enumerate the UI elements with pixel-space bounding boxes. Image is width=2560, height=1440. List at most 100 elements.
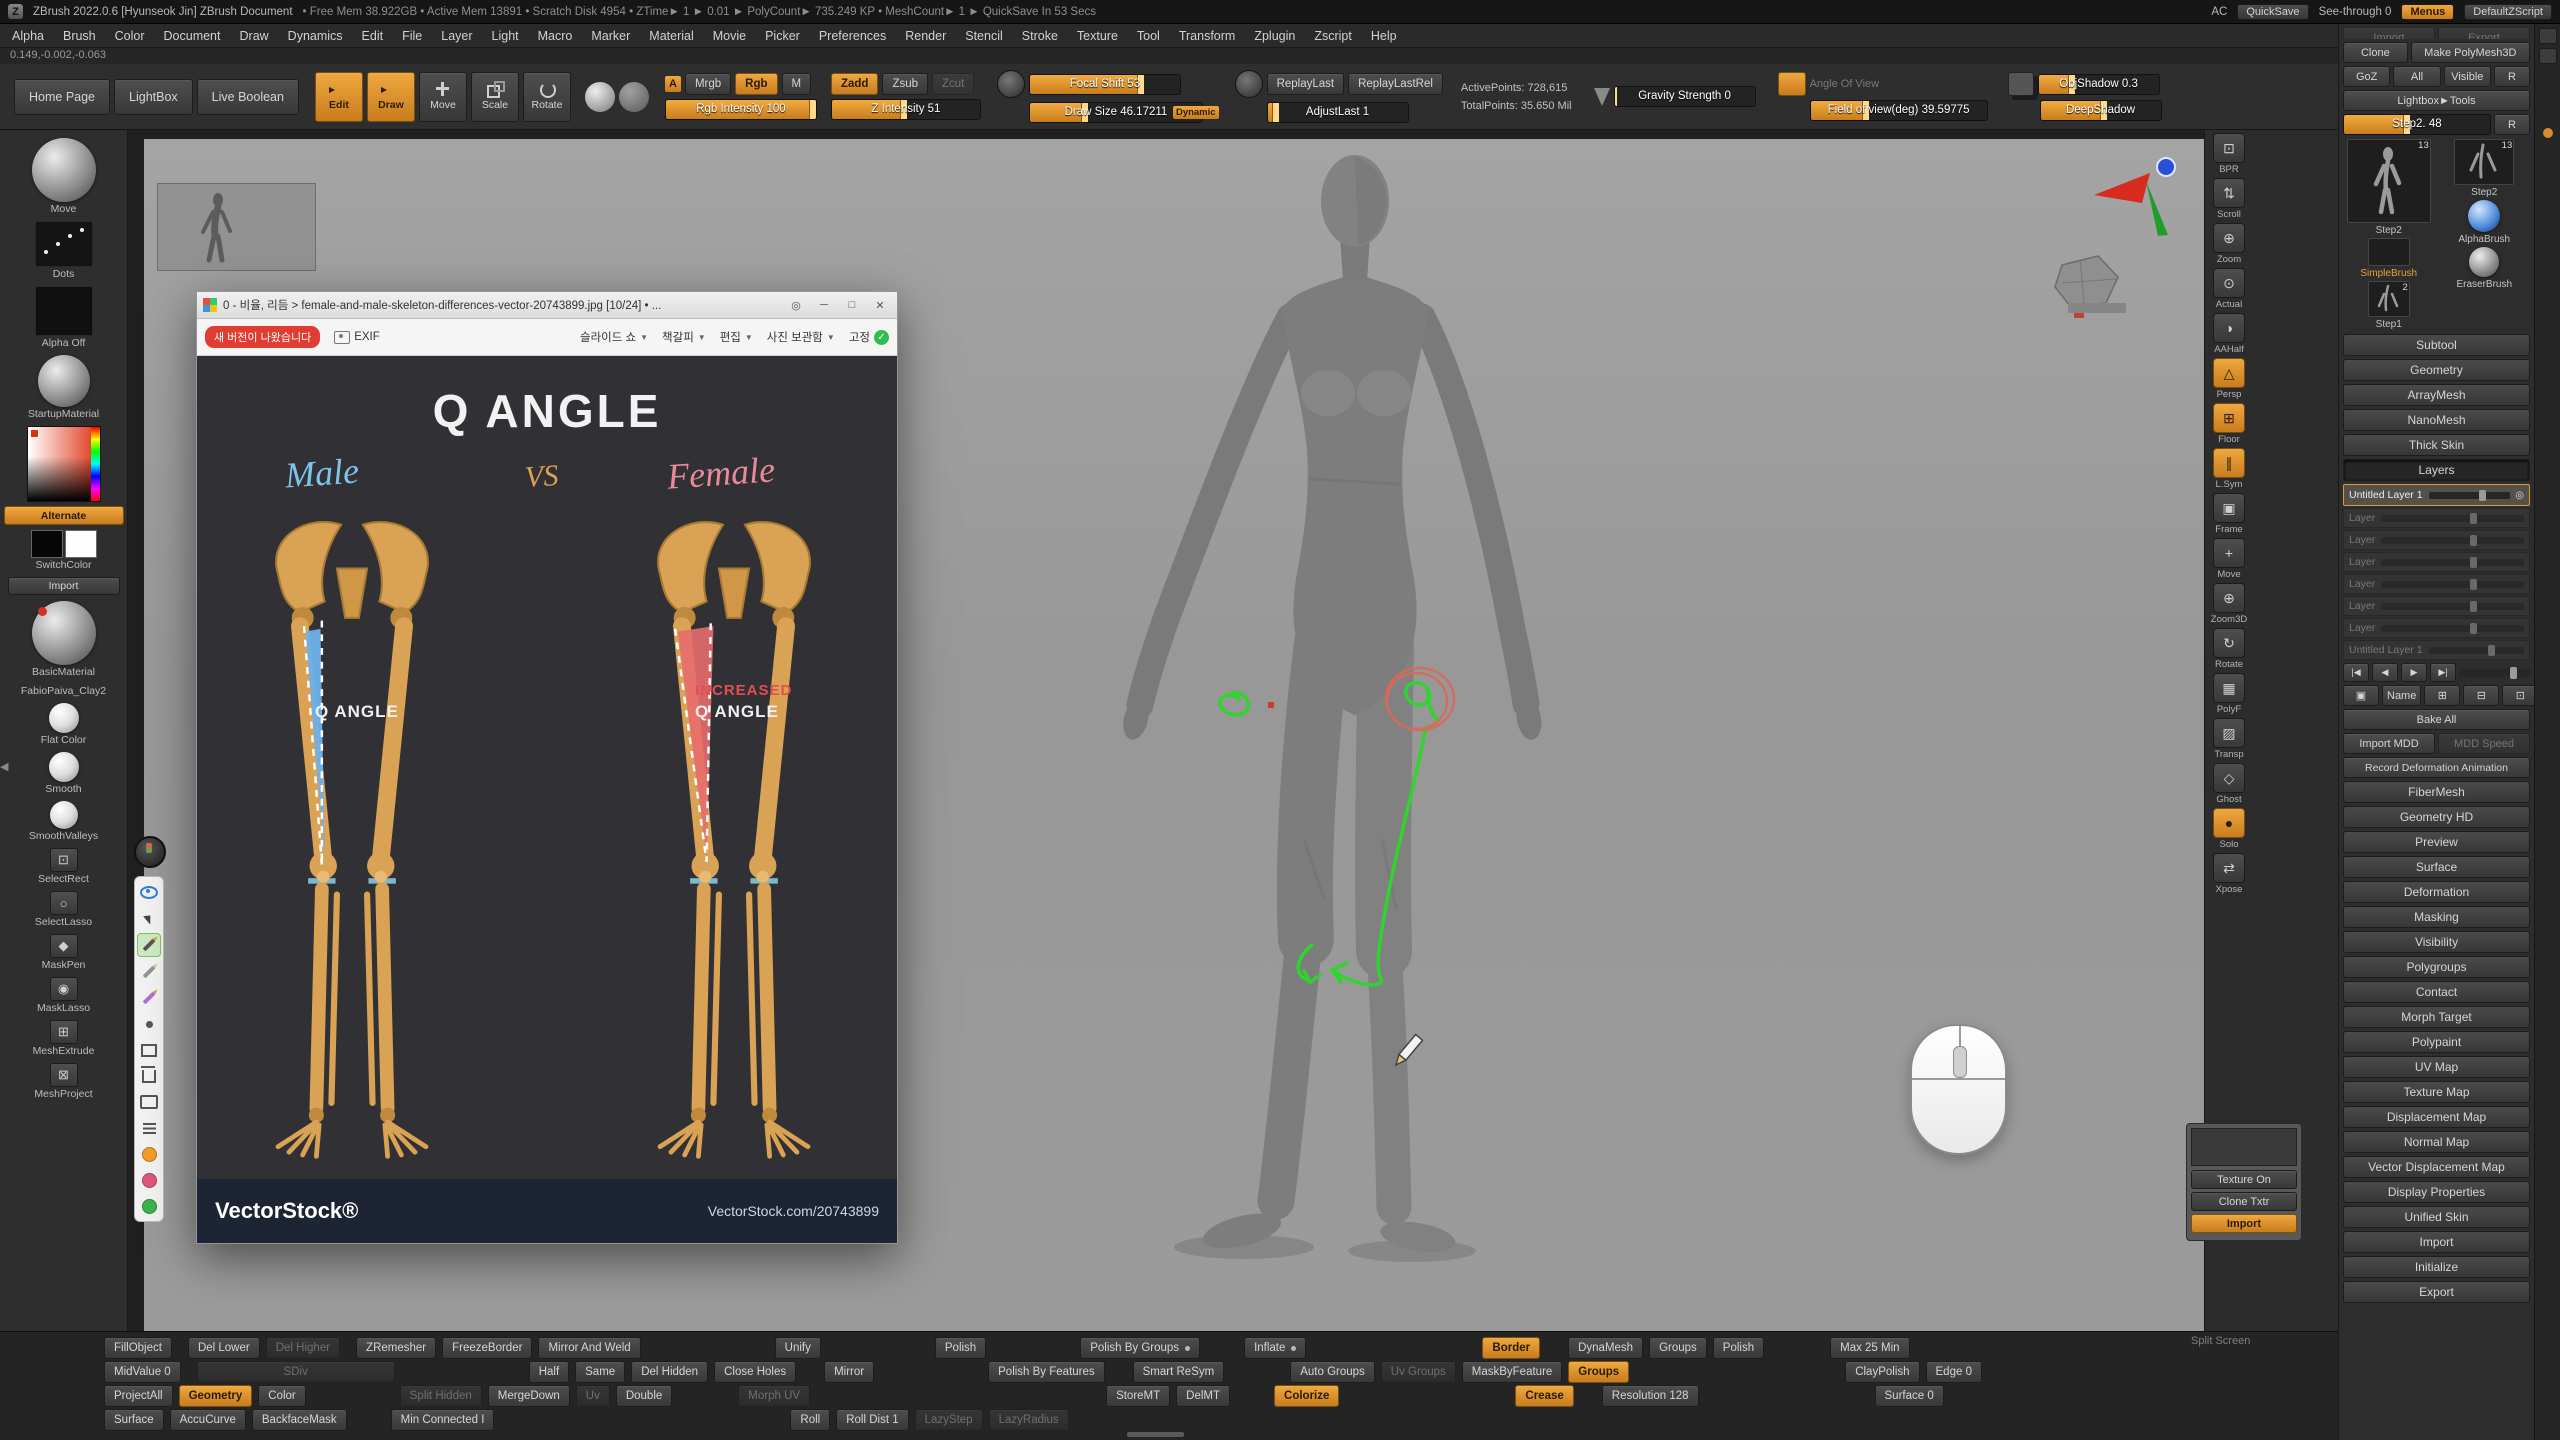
split-screen-label[interactable]: Split Screen — [2191, 1335, 2250, 1347]
current-brush-sphere[interactable] — [32, 138, 96, 202]
mesh-extrude-icon[interactable]: ⊞ — [50, 1020, 78, 1044]
bottom-bar-button[interactable]: Polish By Features — [988, 1361, 1105, 1383]
layer-eye-icon[interactable]: ◎ — [2515, 490, 2524, 501]
bottom-bar-button[interactable]: Close Holes — [714, 1361, 796, 1383]
replay-lastrel-button[interactable]: ReplayLastRel — [1348, 73, 1443, 95]
minimize-button[interactable]: ─ — [813, 296, 835, 314]
alpha-preview[interactable] — [35, 286, 93, 336]
menu-item[interactable]: Marker — [591, 29, 630, 43]
z-intensity-slider[interactable]: Z Intensity 51 — [831, 99, 981, 120]
horizontal-scrollbar[interactable] — [1127, 1432, 1184, 1437]
layers-section-header[interactable]: Layers — [2343, 459, 2530, 481]
layer-next-button[interactable]: ▶ — [2401, 663, 2427, 682]
right-shelf-item[interactable]: ⇄ Xpose — [2207, 853, 2251, 895]
smooth-sphere[interactable] — [49, 752, 79, 782]
layer-last-button[interactable]: ▶| — [2430, 663, 2456, 682]
bottom-bar-button[interactable]: Polish — [1713, 1337, 1764, 1359]
record-deformation-button[interactable]: Record Deformation Animation — [2343, 757, 2530, 778]
right-shelf-item[interactable]: △ Persp — [2207, 358, 2251, 400]
lightbox-button[interactable]: LightBox — [114, 79, 193, 115]
dot-tool-icon[interactable] — [138, 1013, 160, 1035]
secondary-color-swatch[interactable] — [65, 530, 97, 558]
shelf-icon[interactable]: ▦ — [2213, 673, 2245, 703]
tray-divider-icon[interactable] — [2539, 28, 2557, 44]
whiteboard-icon[interactable] — [138, 1117, 160, 1139]
bottom-bar-button[interactable]: ZRemesher — [356, 1337, 436, 1359]
bottom-bar-button[interactable]: LazyRadius — [989, 1409, 1069, 1431]
right-shelf-item[interactable]: ⊡ BPR — [2207, 133, 2251, 175]
clone-button[interactable]: Clone — [2343, 42, 2408, 63]
shelf-icon[interactable]: ∥ — [2213, 448, 2245, 478]
bottom-bar-button[interactable]: MaskByFeature — [1462, 1361, 1563, 1383]
right-shelf-item[interactable]: ⊞ Floor — [2207, 403, 2251, 445]
import-texture-button[interactable]: Import — [8, 577, 120, 595]
shelf-icon[interactable]: ⇄ — [2213, 853, 2245, 883]
draw-button[interactable]: Draw — [367, 72, 415, 122]
close-button[interactable]: ✕ — [869, 296, 891, 314]
mrgb-button[interactable]: Mrgb — [685, 73, 731, 95]
texture-panel-button[interactable]: Clone Txtr — [2191, 1192, 2297, 1211]
bottom-bar-button[interactable]: Groups — [1568, 1361, 1629, 1383]
select-lasso-icon[interactable]: ○ — [50, 891, 78, 915]
shelf-icon[interactable]: △ — [2213, 358, 2245, 388]
goz-button[interactable]: GoZ — [2343, 66, 2390, 87]
zadd-button[interactable]: Zadd — [831, 73, 878, 95]
palette-section[interactable]: Subtool — [2343, 334, 2530, 356]
right-shelf-item[interactable]: ▦ PolyF — [2207, 673, 2251, 715]
palette-section[interactable]: Geometry — [2343, 359, 2530, 381]
select-rect-icon[interactable]: ⊡ — [50, 848, 78, 872]
rgb-button[interactable]: Rgb — [735, 73, 777, 95]
image-viewer-window[interactable]: 0 - 비율, 리듬 > female-and-male-skeleton-di… — [196, 291, 898, 1244]
bottom-bar-button[interactable]: ProjectAll — [104, 1385, 173, 1407]
bottom-bar-button[interactable]: ClayPolish — [1845, 1361, 1919, 1383]
goz-visible-button[interactable]: Visible — [2444, 66, 2491, 87]
bottom-bar-button[interactable]: Split Hidden — [400, 1385, 482, 1407]
bottom-bar-button[interactable]: Mirror And Weld — [538, 1337, 640, 1359]
bottom-bar-button[interactable]: LazyStep — [915, 1409, 983, 1431]
palette-section[interactable]: Display Properties — [2343, 1181, 2530, 1203]
bottom-bar-button[interactable]: Groups — [1649, 1337, 1707, 1359]
flat-color-sphere[interactable] — [49, 703, 79, 733]
bottom-bar-button[interactable]: Del Hidden — [631, 1361, 708, 1383]
adjust-last-slider[interactable]: AdjustLast 1 — [1267, 102, 1409, 123]
layer-record-icon[interactable]: ▣ — [2343, 685, 2379, 706]
menu-item[interactable]: Picker — [765, 29, 800, 43]
main-color-swatch[interactable] — [31, 530, 63, 558]
bottom-bar-button[interactable]: MidValue 0 — [104, 1361, 181, 1383]
mesh-project-icon[interactable]: ⊠ — [50, 1063, 78, 1087]
bottom-bar-button[interactable]: Same — [575, 1361, 625, 1383]
shelf-icon[interactable]: ● — [2213, 808, 2245, 838]
layer-strength-slider[interactable] — [2381, 603, 2524, 610]
layer-row[interactable]: Layer — [2343, 596, 2530, 616]
left-tray-collapse-arrow[interactable]: ◀ — [0, 760, 8, 773]
bottom-bar-button[interactable]: DynaMesh — [1568, 1337, 1643, 1359]
bottom-bar-button[interactable]: Roll — [790, 1409, 830, 1431]
texture-panel-button[interactable]: Texture On — [2191, 1170, 2297, 1189]
active-layer-row[interactable]: Untitled Layer 1 ◎ — [2343, 484, 2530, 506]
palette-section[interactable]: Displacement Map — [2343, 1106, 2530, 1128]
bottom-bar-button[interactable]: FreezeBorder — [442, 1337, 532, 1359]
palette-section[interactable]: Polygroups — [2343, 956, 2530, 978]
shelf-icon[interactable]: ⇅ — [2213, 178, 2245, 208]
right-shelf-item[interactable]: ∥ L.Sym — [2207, 448, 2251, 490]
bottom-bar-button[interactable]: Border — [1482, 1337, 1540, 1359]
layer-timeline-slider[interactable] — [2459, 669, 2530, 677]
texture-preview[interactable] — [2191, 1128, 2297, 1166]
seethrough-slider[interactable]: See-through 0 — [2319, 6, 2392, 18]
goz-all-button[interactable]: All — [2393, 66, 2440, 87]
right-shelf-item[interactable]: ● Solo — [2207, 808, 2251, 850]
current-material-sphere[interactable] — [32, 601, 96, 665]
zsub-button[interactable]: Zsub — [882, 73, 928, 95]
bottom-bar-button[interactable]: Del Higher — [266, 1337, 340, 1359]
shelf-icon[interactable]: ⊡ — [2213, 133, 2245, 163]
bottom-bar-button[interactable]: StoreMT — [1106, 1385, 1170, 1407]
mask-lasso-icon[interactable]: ◉ — [50, 977, 78, 1001]
bottom-bar-button[interactable]: AccuCurve — [170, 1409, 246, 1431]
visibility-eye-icon[interactable] — [138, 881, 160, 903]
layer-strength-slider[interactable] — [2429, 492, 2511, 499]
shelf-icon[interactable]: ◇ — [2213, 763, 2245, 793]
bottom-bar-button[interactable]: Surface — [104, 1409, 164, 1431]
palette-section[interactable]: Normal Map — [2343, 1131, 2530, 1153]
layer-row[interactable]: Layer — [2343, 552, 2530, 572]
rotate-button[interactable]: Rotate — [523, 72, 571, 122]
